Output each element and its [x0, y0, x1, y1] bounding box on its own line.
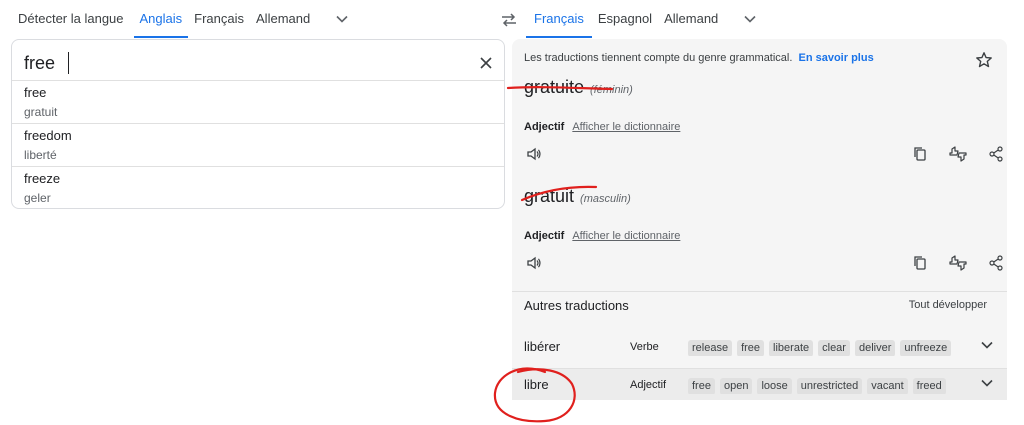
- translation-masculine: gratuit (masculin) Adjectif Afficher le d…: [524, 186, 1003, 286]
- other-translations-title: Autres traductions: [524, 298, 629, 313]
- translation-feminine: gratuite (féminin) Adjectif Afficher le d…: [524, 77, 1003, 177]
- translation-heading: gratuit (masculin): [524, 186, 994, 207]
- synonym-chip[interactable]: liberate: [769, 340, 814, 356]
- synonym-chip[interactable]: unrestricted: [796, 378, 863, 394]
- text-cursor: [68, 52, 69, 74]
- rate-translation-button[interactable]: [948, 253, 968, 273]
- share-button[interactable]: [986, 253, 1006, 273]
- chevron-down-icon: [981, 379, 993, 387]
- suggestion-word: free: [24, 85, 47, 100]
- synonym-chip[interactable]: open: [719, 378, 753, 394]
- translation-word: gratuite: [524, 77, 585, 97]
- share-icon: [989, 255, 1003, 271]
- synonym-chip[interactable]: free: [737, 340, 765, 356]
- show-dictionary-link[interactable]: Afficher le dictionnaire: [572, 121, 680, 133]
- synonym-chips: free open loose unrestricted vacant freed: [688, 376, 968, 394]
- copy-button[interactable]: [910, 253, 930, 273]
- rate-translation-button[interactable]: [948, 144, 968, 164]
- suggestion-word: freedom: [24, 128, 72, 143]
- other-translation-word: libérer: [524, 339, 561, 354]
- tab-detect-language[interactable]: Détecter la langue: [12, 0, 130, 38]
- other-translation-pos: Verbe: [630, 341, 659, 353]
- synonym-chip[interactable]: deliver: [854, 340, 896, 356]
- tab-german[interactable]: Allemand: [250, 0, 316, 38]
- translation-heading: gratuite (féminin): [524, 77, 994, 98]
- suggestion-translation: gratuit: [24, 105, 58, 119]
- synonym-chips: release free liberate clear deliver unfreeze: [688, 338, 968, 356]
- synonym-chip[interactable]: vacant: [867, 378, 908, 394]
- suggestions-list: free gratuit freedom liberté freeze gele…: [12, 80, 504, 208]
- source-language-more-button[interactable]: [328, 5, 356, 33]
- speaker-icon: [527, 256, 541, 270]
- part-of-speech: Adjectif: [524, 230, 565, 242]
- tab-french[interactable]: Français: [188, 0, 250, 38]
- suggestion-item[interactable]: freedom liberté: [12, 123, 504, 166]
- synonym-chip[interactable]: loose: [757, 378, 792, 394]
- part-of-speech: Adjectif: [524, 121, 565, 133]
- suggestion-word: freeze: [24, 171, 61, 186]
- source-text-input[interactable]: free: [24, 48, 444, 78]
- other-translation-word: libre: [524, 377, 549, 392]
- clear-source-button[interactable]: [474, 51, 498, 75]
- translation-pos: Adjectif Afficher le dictionnaire: [524, 121, 680, 133]
- share-button[interactable]: [986, 144, 1006, 164]
- suggestion-translation: liberté: [24, 148, 57, 162]
- translation-word: gratuit: [524, 186, 575, 206]
- tab-target-german[interactable]: Allemand: [658, 0, 724, 38]
- share-icon: [989, 146, 1003, 162]
- target-language-more-button[interactable]: [736, 5, 764, 33]
- translation-pos: Adjectif Afficher le dictionnaire: [524, 230, 680, 242]
- copy-icon: [914, 147, 926, 161]
- translation-result-panel: Les traductions tiennent compte du genre…: [512, 39, 1007, 400]
- listen-button[interactable]: [524, 253, 544, 273]
- copy-button[interactable]: [910, 144, 930, 164]
- listen-button[interactable]: [524, 144, 544, 164]
- synonym-chip[interactable]: release: [688, 340, 733, 356]
- tab-english[interactable]: Anglais: [133, 0, 189, 38]
- learn-more-link[interactable]: En savoir plus: [799, 52, 874, 64]
- synonym-chip[interactable]: clear: [818, 340, 850, 356]
- chevron-down-icon: [744, 15, 756, 23]
- expand-row-button[interactable]: [980, 338, 998, 356]
- expand-all-button[interactable]: Tout développer: [909, 299, 987, 311]
- copy-icon: [914, 256, 926, 270]
- thumbs-up-down-icon: [949, 146, 967, 162]
- expand-row-button[interactable]: [980, 376, 998, 394]
- gender-note: Les traductions tiennent compte du genre…: [524, 52, 874, 64]
- suggestion-translation: geler: [24, 191, 51, 205]
- tab-target-french[interactable]: Français: [526, 0, 592, 38]
- chevron-down-icon: [981, 341, 993, 349]
- translation-gender: (masculin): [580, 193, 631, 205]
- chevron-down-icon: [336, 15, 348, 23]
- other-translation-row[interactable]: libérer Verbe release free liberate clear de…: [512, 331, 1007, 363]
- other-translation-pos: Adjectif: [630, 379, 667, 391]
- other-translation-row[interactable]: libre Adjectif free open loose unrestricted…: [512, 368, 1007, 400]
- synonym-chip[interactable]: unfreeze: [900, 340, 952, 356]
- thumbs-up-down-icon: [949, 255, 967, 271]
- gender-note-text: Les traductions tiennent compte du genre…: [524, 52, 793, 64]
- speaker-icon: [527, 147, 541, 161]
- close-icon: [480, 57, 492, 69]
- save-translation-button[interactable]: [975, 51, 993, 69]
- suggestion-item[interactable]: freeze geler: [12, 166, 504, 208]
- other-translations-header: Autres traductions Tout développer: [512, 291, 1007, 331]
- source-text-box: free free gratuit freedom liberté freeze…: [11, 39, 505, 209]
- source-language-bar: Détecter la langue Anglais Français Alle…: [12, 0, 356, 38]
- suggestion-item[interactable]: free gratuit: [12, 80, 504, 123]
- swap-languages-button[interactable]: [496, 8, 522, 32]
- star-icon: [976, 52, 992, 68]
- show-dictionary-link[interactable]: Afficher le dictionnaire: [572, 230, 680, 242]
- swap-icon: [502, 13, 516, 27]
- synonym-chip[interactable]: freed: [912, 378, 946, 394]
- target-language-bar: Français Espagnol Allemand: [526, 0, 764, 38]
- synonym-chip[interactable]: free: [688, 378, 715, 394]
- tab-target-spanish[interactable]: Espagnol: [592, 0, 658, 38]
- translation-gender: (féminin): [590, 84, 633, 96]
